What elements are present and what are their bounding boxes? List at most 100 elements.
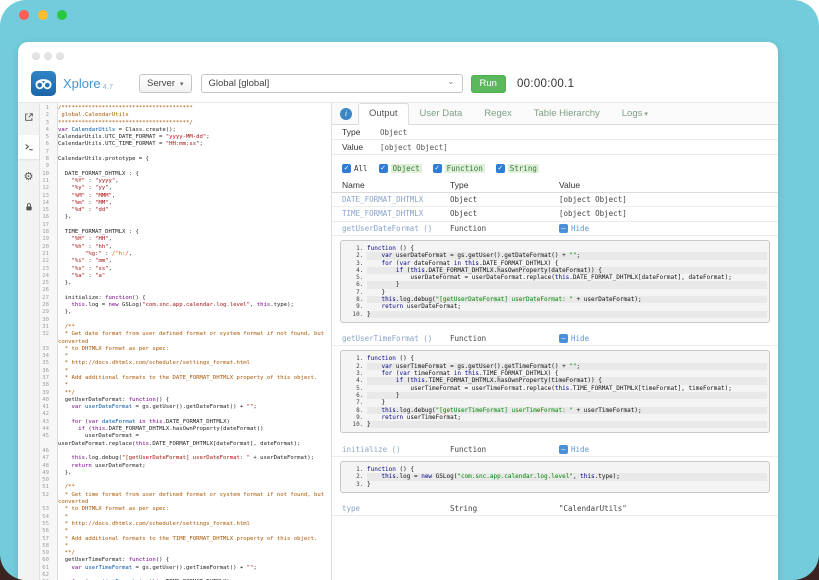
function-source: function () { var userTimeFormat = gs.ge…: [340, 350, 770, 433]
checkbox-checked-icon[interactable]: [496, 164, 505, 173]
filter-string[interactable]: String: [496, 164, 539, 173]
hide-toggle[interactable]: Hide: [559, 334, 589, 343]
run-button[interactable]: Run: [471, 75, 506, 93]
scope-select[interactable]: Global [global]: [201, 74, 463, 93]
execution-timer: 00:00:00.1: [517, 78, 574, 90]
filter-function[interactable]: Function: [433, 164, 485, 173]
line-number: 58: [40, 543, 53, 550]
zoom-button[interactable]: [57, 10, 67, 20]
caret-down-icon: ▾: [642, 111, 647, 118]
property-value: Hide: [559, 224, 778, 233]
line-number: 57: [40, 536, 53, 543]
line-number: 18: [40, 229, 53, 236]
server-dropdown-label: Server: [147, 78, 175, 89]
checkbox-checked-icon[interactable]: [379, 164, 388, 173]
window-dot: [32, 52, 40, 60]
minimize-button[interactable]: [38, 10, 48, 20]
code-text: * http://docs.dhtmlx.com/scheduler/setti…: [53, 521, 331, 528]
editor-line: 22 "%i" : "mm",: [40, 258, 331, 265]
function-source: function () { var userDateFormat = gs.ge…: [340, 240, 770, 323]
source-line: }: [367, 399, 767, 406]
line-number: 54: [40, 514, 53, 521]
editor-line: 45 userDateFormat = userDateFormat.repla…: [40, 433, 331, 448]
code-text: /**: [53, 484, 331, 491]
lock-icon[interactable]: [18, 195, 39, 219]
editor-line: 31 /**: [40, 324, 331, 331]
column-header: Type: [450, 180, 559, 190]
line-number: 5: [40, 134, 53, 141]
window-chrome: [18, 42, 778, 69]
gear-icon[interactable]: ⚙: [18, 165, 39, 189]
property-name-link[interactable]: DATE_FORMAT_DHTMLX: [342, 195, 423, 204]
property-type: Function: [450, 334, 559, 343]
code-text: "%y" : "yy",: [53, 185, 331, 192]
editor-line: 44 if (this.DATE_FORMAT_DHTMLX.hasOwnPro…: [40, 426, 331, 433]
external-link-icon[interactable]: [18, 105, 39, 129]
source-lines: function () { var userDateFormat = gs.ge…: [343, 245, 767, 318]
source-line: }: [367, 289, 767, 296]
property-name-link[interactable]: type: [342, 504, 360, 513]
editor-line: 35 * http://docs.dhtmlx.com/scheduler/se…: [40, 360, 331, 367]
editor-line: 30​: [40, 317, 331, 324]
property-type: String: [450, 504, 559, 513]
editor-lines: 1/**************************************…: [40, 103, 331, 580]
code-text: /***************************************: [53, 105, 331, 112]
property-name-link[interactable]: initialize (): [342, 445, 401, 454]
tab-user-data[interactable]: User Data: [409, 103, 474, 125]
hide-toggle[interactable]: Hide: [559, 224, 589, 233]
editor-line: 53 * to DHTMLX format as per spec:: [40, 506, 331, 513]
editor-line: 14 "%m" : "MM",: [40, 200, 331, 207]
tab-regex[interactable]: Regex: [473, 103, 522, 125]
code-text: *: [53, 368, 331, 375]
code-text: * http://docs.dhtmlx.com/scheduler/setti…: [53, 360, 331, 367]
type-filters: All Object Function String: [332, 155, 778, 178]
property-name-link[interactable]: getUserDateFormat (): [342, 224, 432, 233]
terminal-icon[interactable]: [18, 135, 39, 159]
table-header: NameTypeValue: [332, 178, 778, 193]
table-row: getUserTimeFormat () FunctionHide: [332, 332, 778, 347]
code-text: var userDateFormat = gs.getUser().getDat…: [53, 404, 331, 411]
property-type: Function: [450, 445, 559, 454]
editor-line: 29 },: [40, 309, 331, 316]
summary-value: Object: [380, 128, 407, 137]
line-number: 60: [40, 557, 53, 564]
tab-logs[interactable]: Logs ▾: [611, 103, 659, 125]
app-title: Xplore: [63, 76, 101, 91]
main-split: ⚙ 1/************************************…: [18, 103, 778, 580]
code-text: *: [53, 382, 331, 389]
line-number: 30: [40, 317, 53, 324]
source-line: for (var timeFormat in this.TIME_FORMAT_…: [367, 370, 767, 377]
line-number: 43: [40, 419, 53, 426]
code-editor[interactable]: 1/**************************************…: [40, 103, 332, 580]
editor-line: 38 *: [40, 382, 331, 389]
sidebar: ⚙: [18, 103, 40, 580]
hide-toggle[interactable]: Hide: [559, 445, 589, 454]
tab-output[interactable]: Output: [358, 103, 409, 125]
code-text: CalendarUtils.UTC_TIME_FORMAT = "HH:mm:s…: [53, 141, 331, 148]
tab-bar: i OutputUser DataRegexTable HierarchyLog…: [332, 103, 778, 125]
property-name: getUserDateFormat (): [332, 224, 450, 233]
code-text: ***************************************/: [53, 120, 331, 127]
code-text: "%M" : "MMM",: [53, 193, 331, 200]
code-text: * Get date format from user defined form…: [53, 331, 331, 346]
property-value: [object Object]: [559, 209, 778, 218]
checkbox-checked-icon[interactable]: [342, 164, 351, 173]
filter-label: String: [508, 164, 539, 173]
line-number: 42: [40, 411, 53, 418]
line-number: 3: [40, 120, 53, 127]
code-text: CalendarUtils.UTC_DATE_FORMAT = "yyyy-MM…: [53, 134, 331, 141]
property-name: initialize (): [332, 445, 450, 454]
property-name-link[interactable]: getUserTimeFormat (): [342, 334, 432, 343]
close-button[interactable]: [19, 10, 29, 20]
info-icon[interactable]: i: [340, 108, 352, 120]
checkbox-checked-icon[interactable]: [433, 164, 442, 173]
filter-object[interactable]: Object: [379, 164, 422, 173]
editor-line: 18 TIME_FORMAT_DHTMLX : {: [40, 229, 331, 236]
server-dropdown[interactable]: Server: [139, 74, 192, 93]
tab-table-hierarchy[interactable]: Table Hierarchy: [523, 103, 611, 125]
toolbar: Xplore 4.7 Server Global [global] Run 00…: [18, 69, 778, 103]
editor-line: 25 },: [40, 280, 331, 287]
filter-all[interactable]: All: [342, 164, 368, 173]
filter-label: Object: [391, 164, 422, 173]
property-name-link[interactable]: TIME_FORMAT_DHTMLX: [342, 209, 423, 218]
